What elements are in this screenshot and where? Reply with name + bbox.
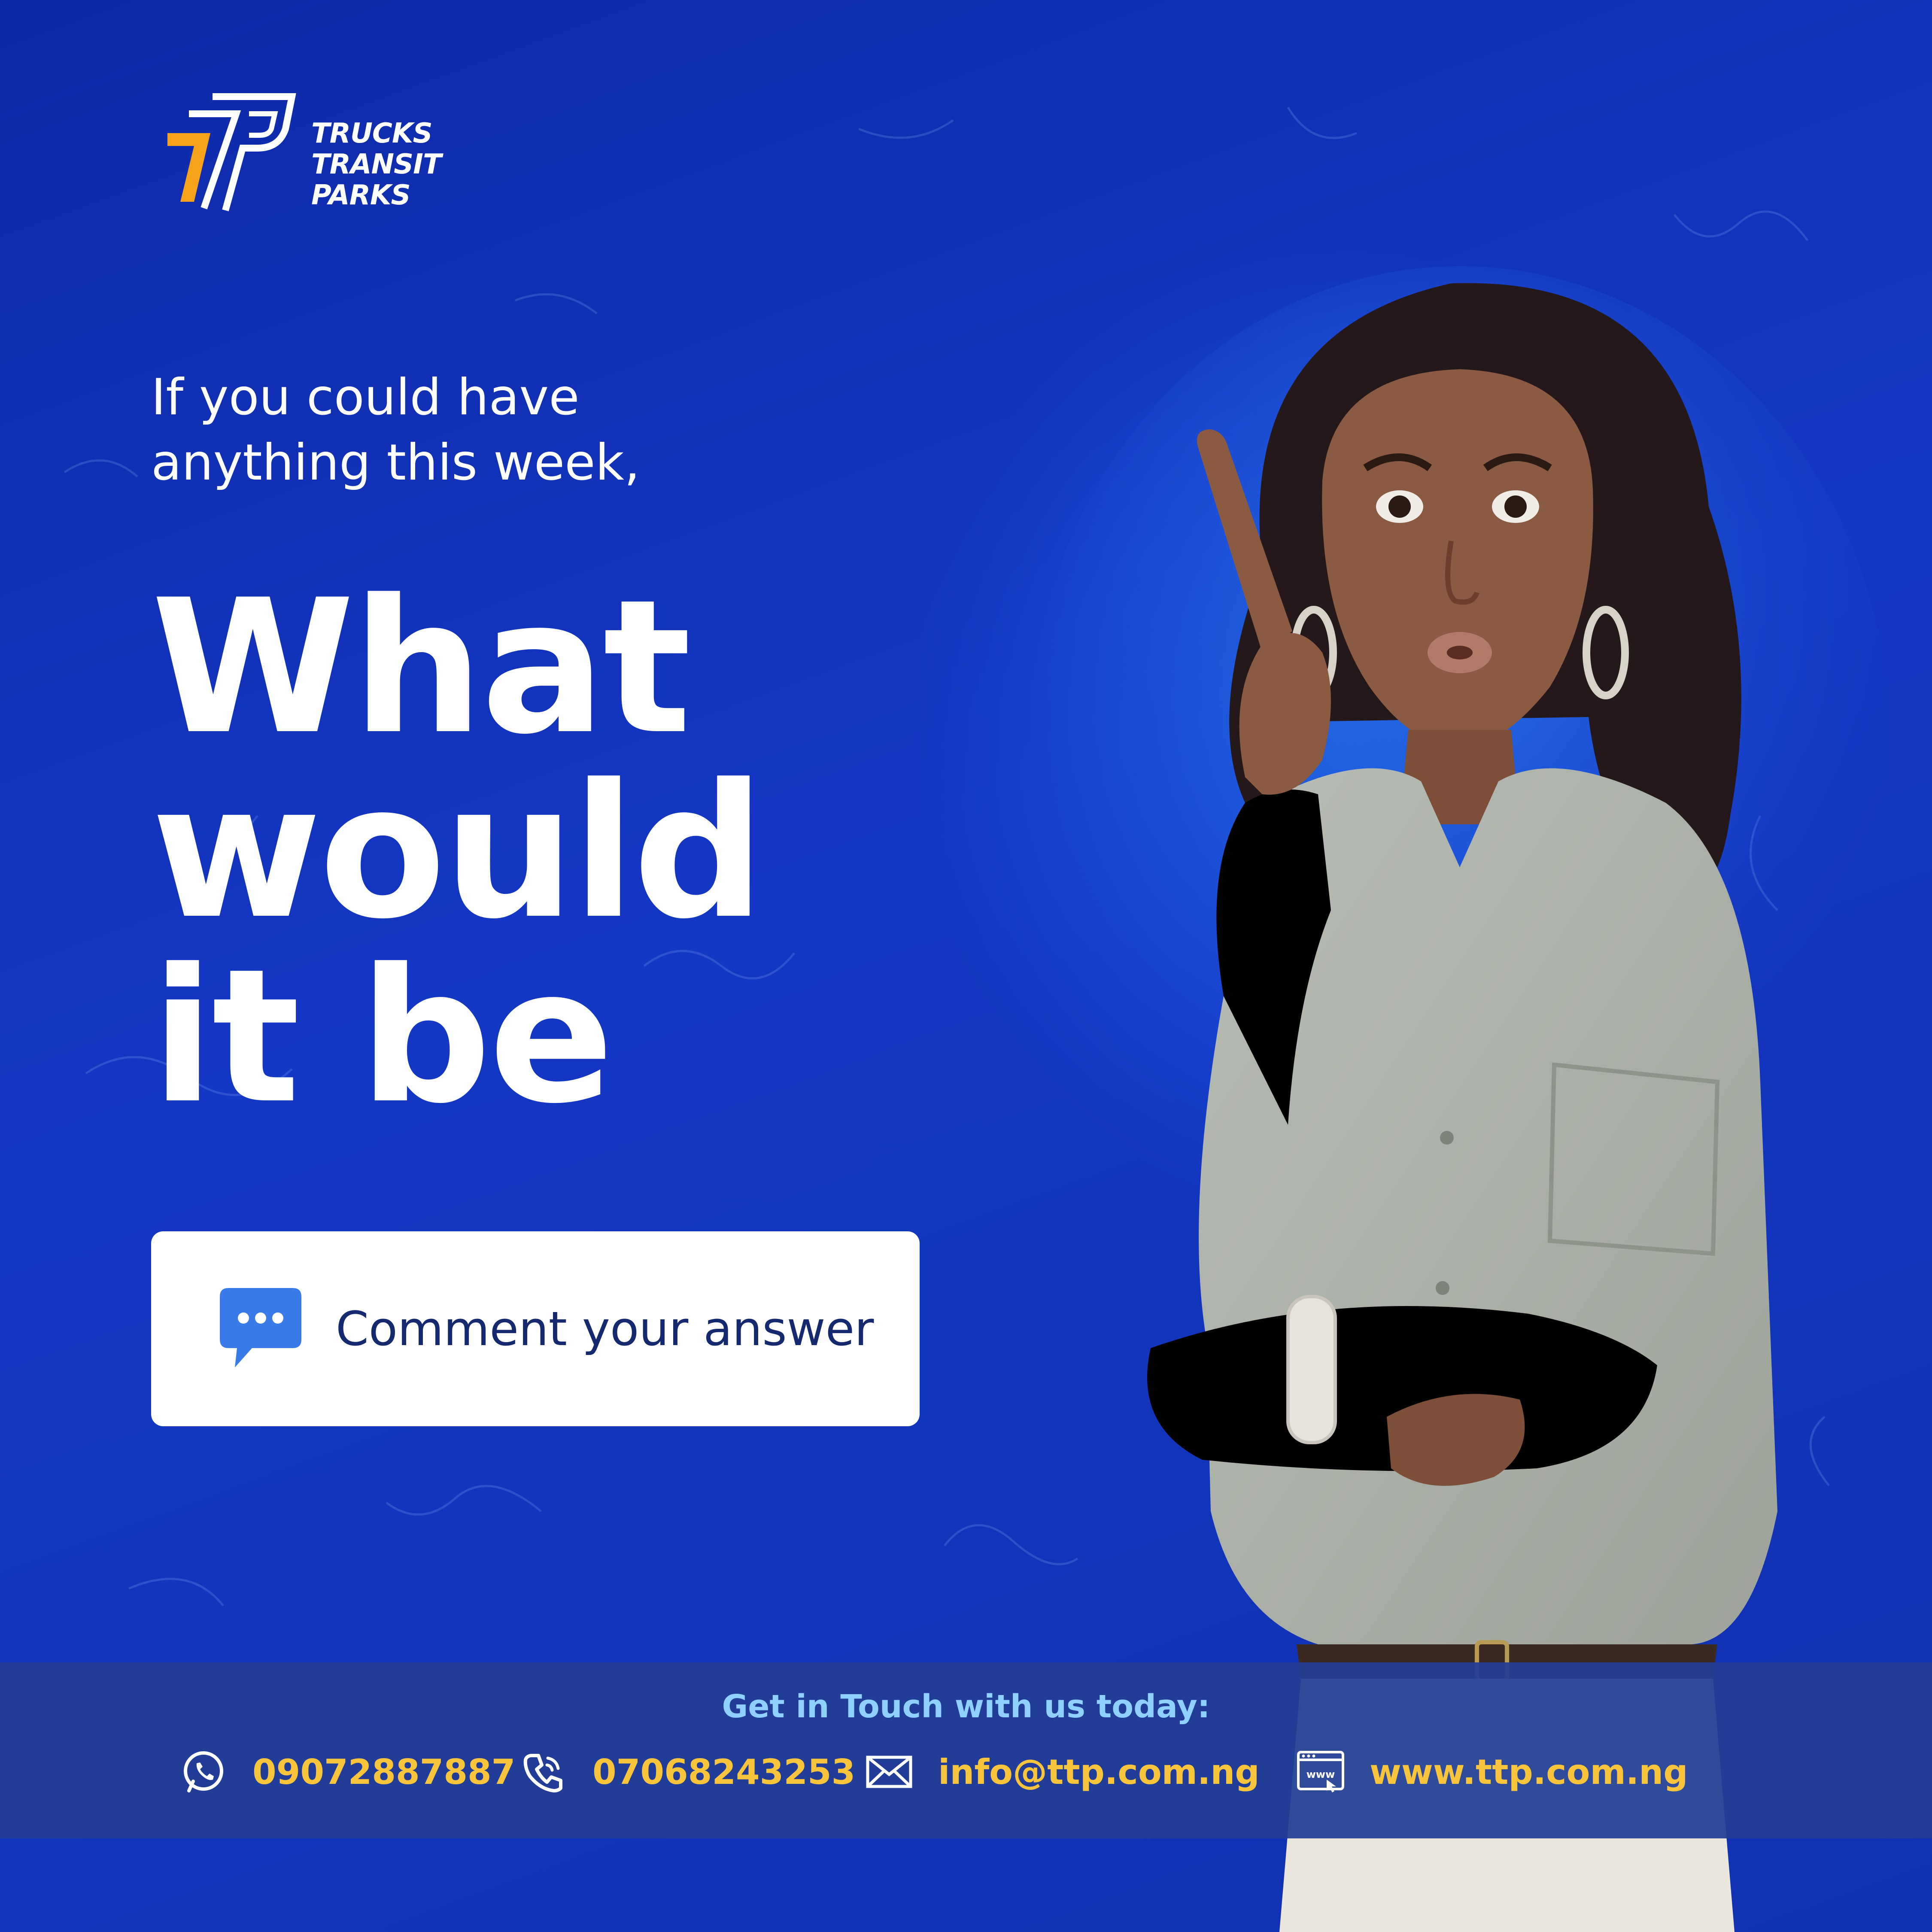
comment-cta-card[interactable]: Comment your answer (151, 1231, 920, 1426)
contact-whatsapp[interactable]: 09072887887 (179, 1746, 515, 1798)
brand-name: TRUCKS TRANSIT PARKS (311, 118, 442, 211)
intro-line: If you could have (151, 368, 580, 426)
intro-text: If you could have anything this week, (151, 365, 881, 495)
contact-website[interactable]: www www.ttp.com.ng (1297, 1746, 1688, 1798)
headline-line: What (151, 560, 691, 775)
contact-website-url: www.ttp.com.ng (1370, 1752, 1688, 1792)
poster-canvas: TRUCKS TRANSIT PARKS If you could have a… (0, 0, 1932, 1932)
brand-name-line: PARKS (311, 179, 411, 211)
brand-name-line: TRANSIT (311, 149, 442, 180)
headline-line: it be (151, 930, 614, 1144)
ttp-logo-mark-icon (167, 93, 296, 212)
contact-whatsapp-number: 09072887887 (252, 1752, 516, 1792)
envelope-icon (866, 1756, 912, 1788)
intro-line: anything this week, (151, 434, 640, 492)
headline-line: would (151, 745, 765, 960)
svg-text:www: www (1306, 1768, 1335, 1780)
brand-logo: TRUCKS TRANSIT PARKS (163, 88, 472, 213)
contact-bar: Get in Touch with us today: 09072887887 … (0, 1662, 1932, 1838)
phone-icon (523, 1754, 562, 1792)
comment-cta-label: Comment your answer (336, 1301, 874, 1356)
headline: What would it be (151, 575, 1010, 1129)
contact-phone-number: 07068243253 (592, 1752, 856, 1792)
contact-phone[interactable]: 07068243253 (519, 1746, 855, 1798)
contact-email-address: info@ttp.com.ng (938, 1752, 1260, 1792)
whatsapp-icon (184, 1751, 223, 1792)
website-icon: www (1297, 1751, 1344, 1792)
brand-name-line: TRUCKS (311, 118, 433, 149)
chat-bubble-icon (220, 1288, 301, 1367)
contact-email[interactable]: info@ttp.com.ng (865, 1746, 1260, 1798)
contact-heading: Get in Touch with us today: (722, 1688, 1210, 1725)
